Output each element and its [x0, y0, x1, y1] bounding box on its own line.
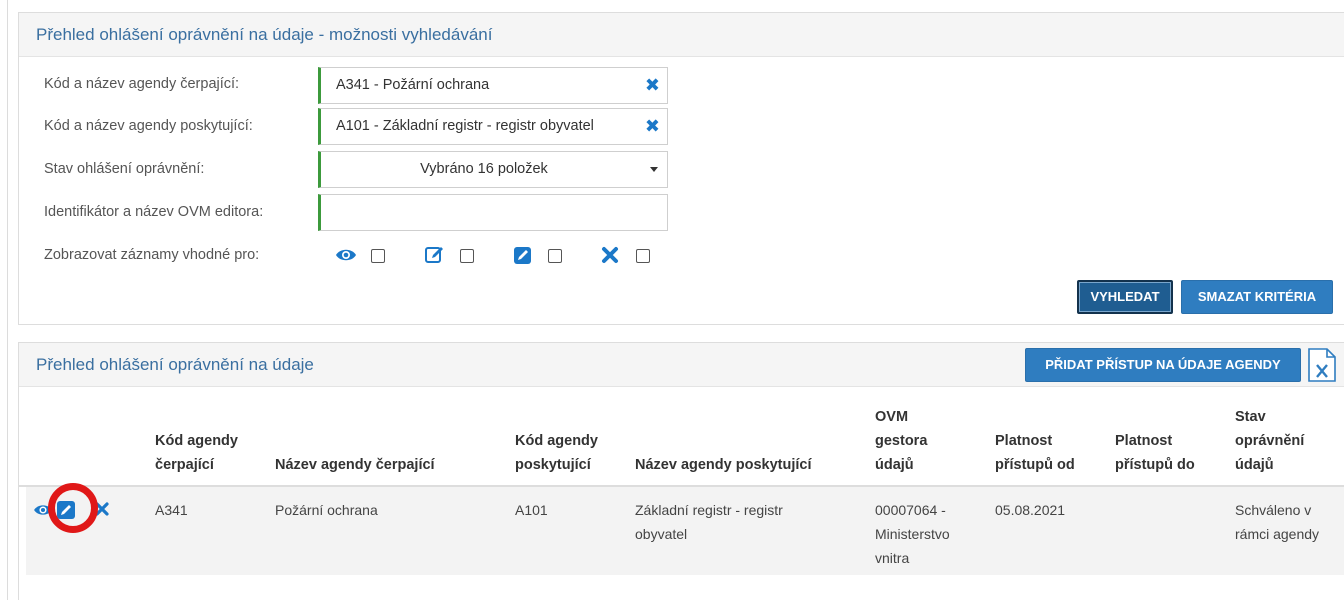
col-header-consuming-code: Kód agendy čerpající [155, 433, 238, 473]
search-panel-header: Přehled ohlášení oprávnění na údaje - mo… [19, 13, 1344, 57]
cell-consuming-code: A341 [155, 502, 188, 518]
search-button[interactable]: VYHLEDAT [1077, 280, 1173, 314]
edit-filled-icon [514, 247, 531, 264]
permission-status-select[interactable]: Vybráno 16 položek [318, 151, 668, 188]
chevron-down-icon [650, 167, 658, 172]
clear-criteria-button[interactable]: SMAZAT KRITÉRIA [1181, 280, 1333, 314]
page-left-border [7, 0, 8, 600]
providing-agenda-value: A101 - Základní registr - registr obyvat… [336, 118, 594, 134]
col-header-valid-to: Platnost přístupů do [1115, 433, 1195, 473]
close-icon [602, 247, 618, 263]
show-delete-checkbox[interactable] [636, 249, 650, 263]
excel-export-icon[interactable] [1307, 348, 1337, 382]
ovm-editor-input[interactable] [321, 195, 667, 230]
cell-consuming-name: Požární ochrana [275, 502, 378, 518]
col-header-ovm-gestor: OVM gestora údajů [875, 409, 928, 473]
providing-agenda-field[interactable]: A101 - Základní registr - registr obyvat… [318, 108, 668, 145]
results-panel-title: Přehled ohlášení oprávnění na údaje [36, 355, 314, 374]
ovm-editor-field[interactable] [318, 194, 668, 231]
clear-consuming-agenda-icon[interactable]: ✖ [645, 75, 660, 95]
col-header-consuming-name: Název agendy čerpající [275, 457, 435, 473]
results-panel: Přehled ohlášení oprávnění na údaje PŘID… [18, 342, 1344, 600]
show-read-checkbox[interactable] [371, 249, 385, 263]
add-data-access-button[interactable]: PŘIDAT PŘÍSTUP NA ÚDAJE AGENDY [1025, 348, 1301, 382]
cell-ovm-gestor: 00007064 - Ministerstvo vnitra [875, 502, 950, 566]
show-edit-checkbox[interactable] [460, 249, 474, 263]
show-manage-checkbox[interactable] [548, 249, 562, 263]
cell-valid-from: 05.08.2021 [995, 502, 1066, 518]
eye-icon [336, 249, 356, 261]
search-criteria-panel: Přehled ohlášení oprávnění na údaje - mo… [18, 12, 1344, 325]
permission-status-value: Vybráno 16 položek [420, 161, 548, 177]
consuming-agenda-value: A341 - Požární ochrana [336, 77, 490, 93]
label-providing-agenda: Kód a název agendy poskytující: [44, 118, 253, 134]
cell-status: Schváleno v rámci agendy [1235, 502, 1320, 542]
label-ovm-editor: Identifikátor a název OVM editora: [44, 204, 264, 220]
col-header-status: Stav oprávnění údajů [1235, 409, 1305, 473]
highlight-annotation-circle [48, 483, 98, 533]
label-permission-status: Stav ohlášení oprávnění: [44, 161, 205, 177]
col-header-valid-from: Platnost přístupů od [995, 433, 1075, 473]
consuming-agenda-field[interactable]: A341 - Požární ochrana ✖ [318, 67, 668, 104]
results-panel-header: Přehled ohlášení oprávnění na údaje PŘID… [19, 343, 1344, 387]
cell-providing-code: A101 [515, 502, 548, 518]
edit-outline-icon [425, 247, 443, 263]
label-show-records-for: Zobrazovat záznamy vhodné pro: [44, 247, 260, 263]
col-header-providing-code: Kód agendy poskytující [515, 433, 598, 473]
clear-providing-agenda-icon[interactable]: ✖ [645, 116, 660, 136]
cell-providing-name: Základní registr - registr obyvatel [635, 502, 783, 542]
label-consuming-agenda: Kód a název agendy čerpající: [44, 76, 240, 92]
search-panel-title: Přehled ohlášení oprávnění na údaje - mo… [36, 25, 493, 44]
col-header-providing-name: Název agendy poskytující [635, 457, 812, 473]
